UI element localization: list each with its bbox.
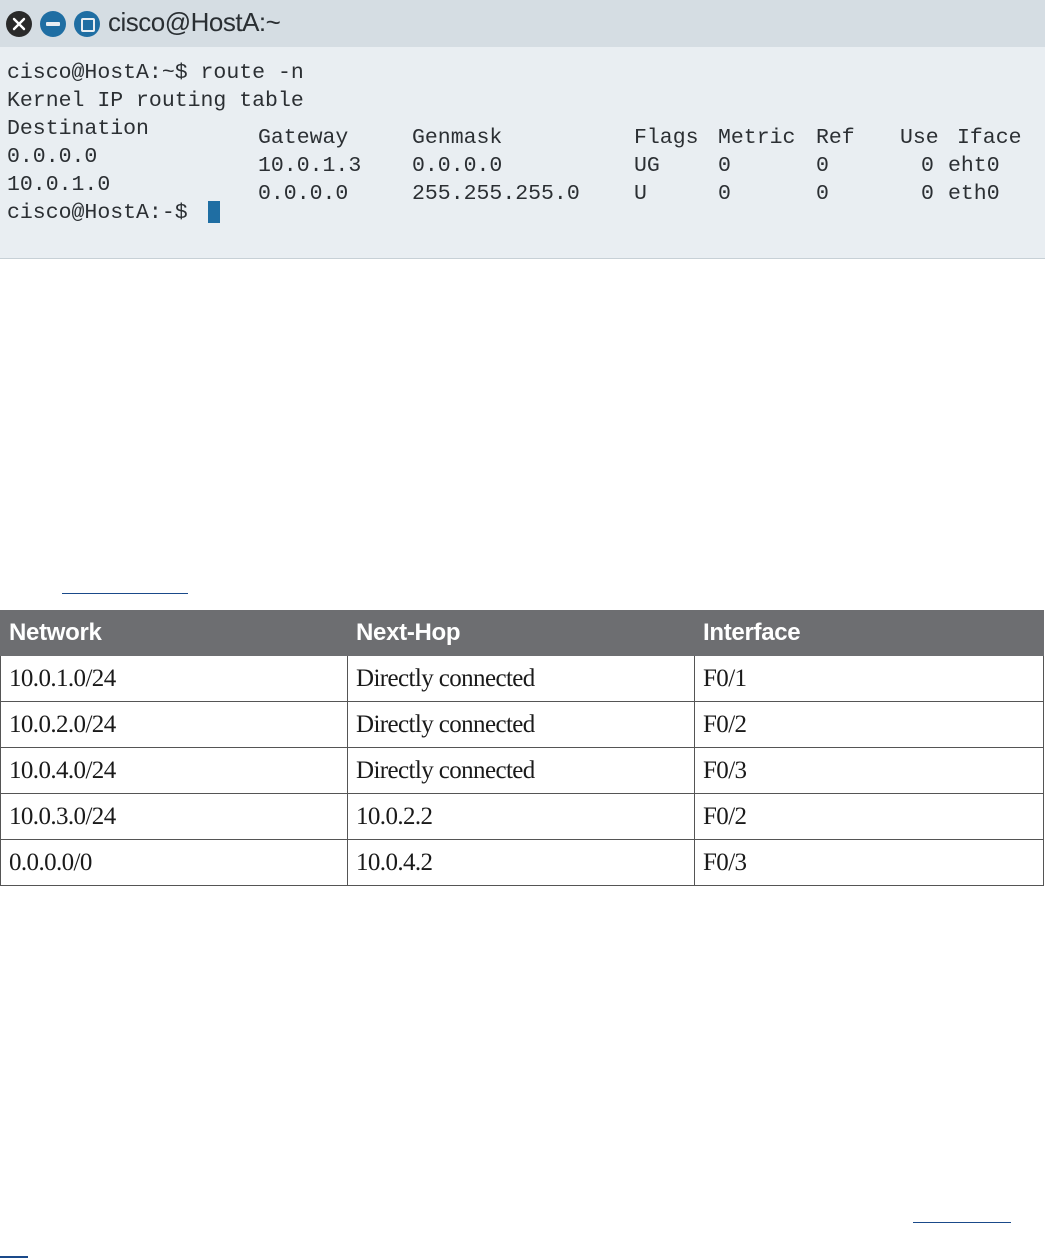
table-row: 10.0.1.0/24 Directly connected F0/1 — [0, 655, 1044, 702]
window-title: cisco@HostA:~ — [108, 7, 281, 37]
column-header-next-hop: Next-Hop — [347, 610, 695, 656]
route-row-1-ref: 0 — [816, 154, 829, 178]
terminal-cursor — [208, 201, 220, 223]
cell-network: 10.0.2.0/24 — [0, 701, 348, 748]
cell-interface: F0/3 — [694, 839, 1044, 886]
cell-next-hop: 10.0.2.2 — [347, 793, 695, 840]
terminal-destination-header: Destination — [7, 117, 149, 141]
cell-interface: F0/1 — [694, 655, 1044, 702]
cell-network: 10.0.1.0/24 — [0, 655, 348, 702]
column-header-network: Network — [0, 610, 348, 656]
terminal-destination-2: 10.0.1.0 — [7, 173, 111, 197]
route-row-2-ref: 0 — [816, 182, 829, 206]
table-row: 10.0.3.0/24 10.0.2.2 F0/2 — [0, 793, 1044, 840]
table-row: 10.0.4.0/24 Directly connected F0/3 — [0, 747, 1044, 794]
cell-next-hop: Directly connected — [347, 655, 695, 702]
column-header-genmask: Genmask — [412, 126, 503, 150]
table-header-row: Network Next-Hop Interface — [0, 610, 1044, 656]
route-row-1-use: 0 — [921, 154, 934, 178]
column-header-flags: Flags — [634, 126, 699, 150]
route-row-1-gateway: 10.0.1.3 — [258, 154, 362, 178]
route-row-2-gateway: 0.0.0.0 — [258, 182, 349, 206]
terminal-destination-1: 0.0.0.0 — [7, 145, 98, 169]
link-underline[interactable] — [62, 593, 188, 594]
link-underline[interactable] — [0, 1256, 28, 1258]
routing-table: Network Next-Hop Interface 10.0.1.0/24 D… — [0, 610, 1044, 886]
cell-network: 10.0.4.0/24 — [0, 747, 348, 794]
terminal-heading-line: Kernel IP routing table — [7, 89, 304, 113]
table-row: 0.0.0.0/0 10.0.4.2 F0/3 — [0, 839, 1044, 886]
route-row-2-iface: eth0 — [948, 182, 1000, 206]
cell-network: 0.0.0.0/0 — [0, 839, 348, 886]
route-row-2-flags: U — [634, 182, 647, 206]
cell-interface: F0/2 — [694, 793, 1044, 840]
cell-interface: F0/2 — [694, 701, 1044, 748]
terminal-titlebar: cisco@HostA:~ — [0, 0, 1045, 47]
terminal-window: cisco@HostA:~ cisco@HostA:~$ route -n Ke… — [0, 0, 1045, 259]
column-header-ref: Ref — [816, 126, 855, 150]
close-icon[interactable] — [6, 11, 32, 37]
maximize-icon[interactable] — [74, 11, 100, 37]
route-row-1-genmask: 0.0.0.0 — [412, 154, 503, 178]
column-header-interface: Interface — [694, 610, 1044, 656]
column-header-metric: Metric — [718, 126, 796, 150]
table-row: 10.0.2.0/24 Directly connected F0/2 — [0, 701, 1044, 748]
route-row-1-metric: 0 — [718, 154, 731, 178]
cell-network: 10.0.3.0/24 — [0, 793, 348, 840]
terminal-prompt: cisco@HostA:-$ — [7, 201, 201, 225]
minimize-icon[interactable] — [40, 11, 66, 37]
column-header-use: Use — [900, 126, 939, 150]
link-underline[interactable] — [913, 1222, 1011, 1223]
route-row-1-iface: eht0 — [948, 154, 1000, 178]
column-header-gateway: Gateway — [258, 126, 349, 150]
route-row-2-use: 0 — [921, 182, 934, 206]
cell-interface: F0/3 — [694, 747, 1044, 794]
cell-next-hop: 10.0.4.2 — [347, 839, 695, 886]
route-row-2-metric: 0 — [718, 182, 731, 206]
column-header-iface: Iface — [957, 126, 1022, 150]
cell-next-hop: Directly connected — [347, 701, 695, 748]
route-row-2-genmask: 255.255.255.0 — [412, 182, 580, 206]
cell-next-hop: Directly connected — [347, 747, 695, 794]
terminal-command-line: cisco@HostA:~$ route -n — [7, 61, 304, 85]
route-row-1-flags: UG — [634, 154, 660, 178]
